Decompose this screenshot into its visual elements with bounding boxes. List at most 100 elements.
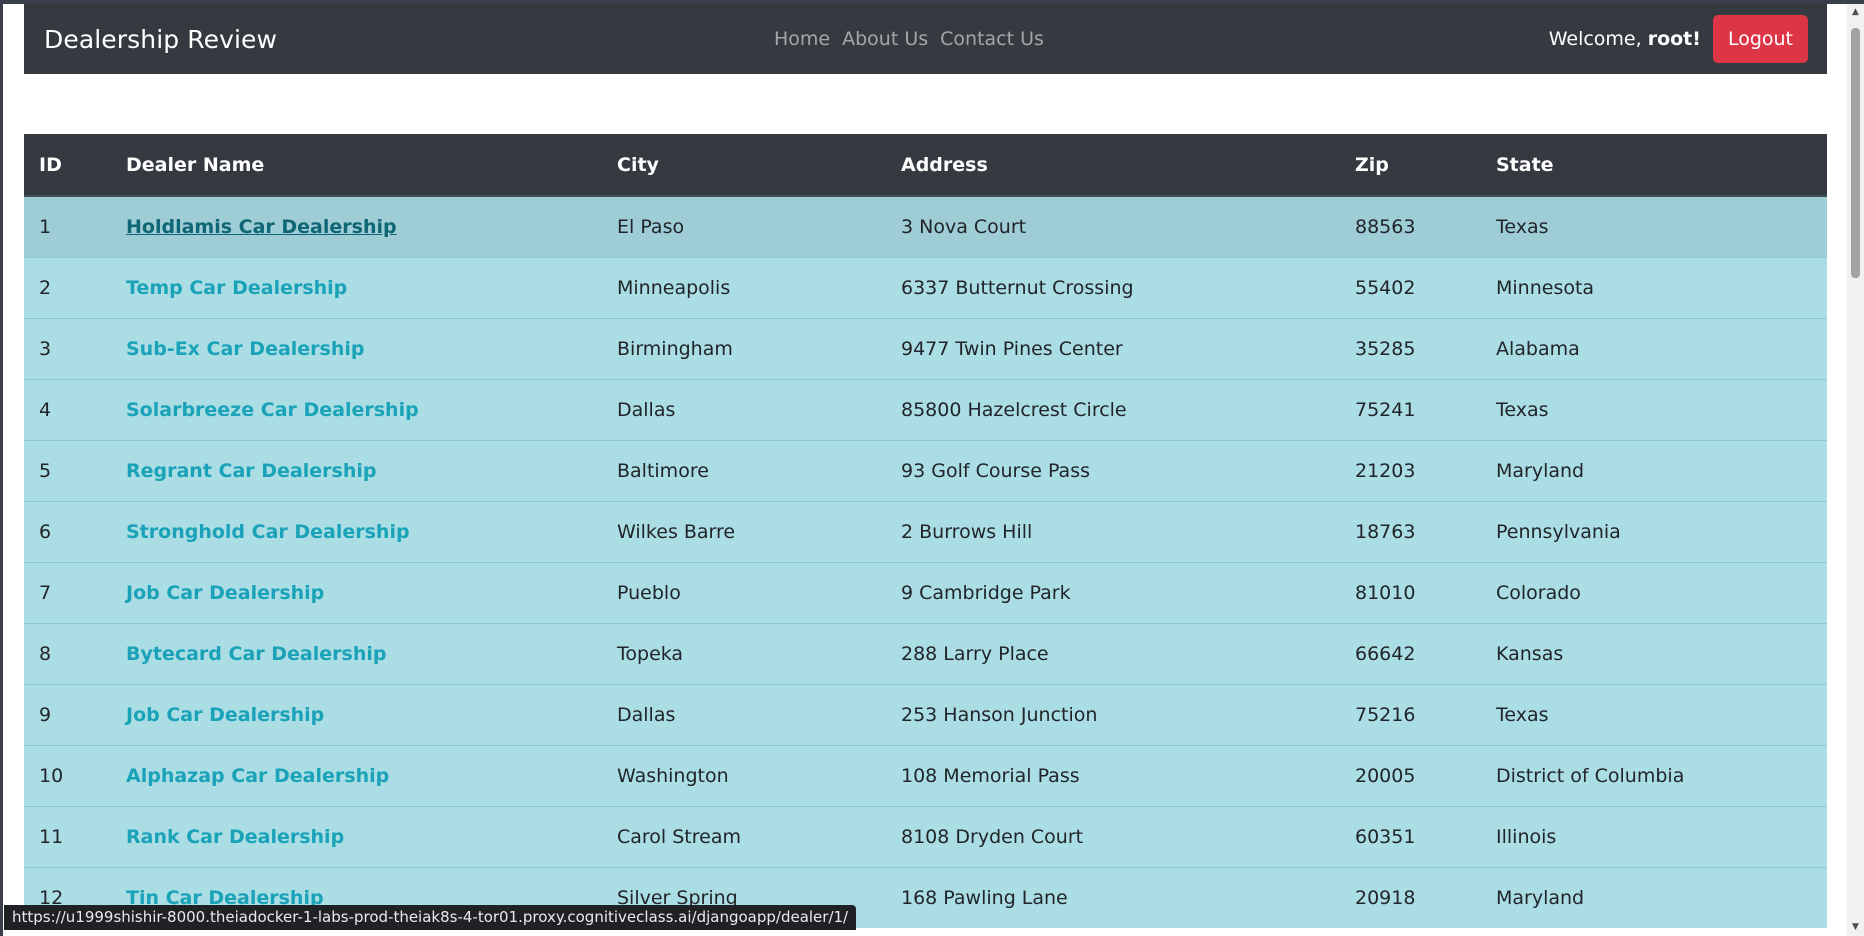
cell-address: 168 Pawling Lane [886,866,1340,928]
chevron-up-icon[interactable]: ▲ [1847,4,1864,21]
table-row: 5 Regrant Car Dealership Baltimore 93 Golf … [24,439,1827,501]
cell-zip: 60351 [1340,805,1481,867]
cell-id: 10 [24,744,111,806]
table-row: 6 Stronghold Car Dealership Wilkes Barre 2 … [24,500,1827,562]
cell-zip: 20005 [1340,744,1481,806]
cell-city: Minneapolis [602,256,886,318]
table-row: 9 Job Car Dealership Dallas 253 Hanson Junc… [24,683,1827,745]
cell-city: Wilkes Barre [602,500,886,562]
user-area: Welcome, root! Logout [1549,4,1808,74]
cell-address: 9 Cambridge Park [886,561,1340,623]
cell-zip: 88563 [1340,195,1481,257]
cell-address: 3 Nova Court [886,195,1340,257]
cell-dealer-name: Bytecard Car Dealership [111,622,602,684]
cell-dealer-name: Stronghold Car Dealership [111,500,602,562]
dealer-table-body: 1 Holdlamis Car Dealership El Paso 3 Nova C… [24,195,1827,928]
nav-home-link[interactable]: Home [774,28,830,50]
header-dealer-name: Dealer Name [111,134,602,197]
cell-id: 4 [24,378,111,440]
header-zip: Zip [1340,134,1481,197]
cell-dealer-name: Job Car Dealership [111,561,602,623]
brand-title[interactable]: Dealership Review [44,4,277,74]
cell-city: Dallas [602,683,886,745]
dealer-link[interactable]: Job Car Dealership [126,704,324,726]
table-row: 3 Sub-Ex Car Dealership Birmingham 9477 Twi… [24,317,1827,379]
dealer-table: ID Dealer Name City Address Zip State 1H… [24,134,1827,928]
cell-state: Alabama [1481,317,1827,379]
cell-city: Pueblo [602,561,886,623]
header-state: State [1481,134,1827,197]
table-row: 1 Holdlamis Car Dealership El Paso 3 Nova C… [24,195,1827,257]
cell-zip: 75216 [1340,683,1481,745]
cell-zip: 20918 [1340,866,1481,928]
table-header-row: ID Dealer Name City Address Zip State [24,134,1827,197]
logout-button[interactable]: Logout [1712,15,1808,63]
dealer-link[interactable]: Sub-Ex Car Dealership [126,338,365,360]
cell-zip: 21203 [1340,439,1481,501]
dealer-link[interactable]: Temp Car Dealership [126,277,347,299]
cell-dealer-name: Alphazap Car Dealership [111,744,602,806]
cell-id: 2 [24,256,111,318]
cell-id: 9 [24,683,111,745]
dealer-link[interactable]: Rank Car Dealership [126,826,344,848]
header-address: Address [886,134,1340,197]
cell-city: Birmingham [602,317,886,379]
cell-state: Maryland [1481,866,1827,928]
cell-id: 1 [24,195,111,257]
cell-state: Pennsylvania [1481,500,1827,562]
cell-state: Texas [1481,683,1827,745]
scrollbar-thumb[interactable] [1851,28,1860,278]
link-status-bar: https://u1999shishir-8000.theiadocker-1-… [4,905,857,930]
cell-dealer-name: Sub-Ex Car Dealership [111,317,602,379]
cell-address: 9477 Twin Pines Center [886,317,1340,379]
cell-dealer-name: Solarbreeze Car Dealership [111,378,602,440]
cell-dealer-name: Rank Car Dealership [111,805,602,867]
vertical-scrollbar[interactable]: ▲ ▼ [1847,4,1864,936]
cell-address: 288 Larry Place [886,622,1340,684]
chevron-down-icon[interactable]: ▼ [1847,919,1864,936]
cell-zip: 55402 [1340,256,1481,318]
cell-state: Illinois [1481,805,1827,867]
dealer-link[interactable]: Stronghold Car Dealership [126,521,410,543]
cell-address: 108 Memorial Pass [886,744,1340,806]
cell-city: Topeka [602,622,886,684]
cell-zip: 66642 [1340,622,1481,684]
cell-dealer-name: Job Car Dealership [111,683,602,745]
cell-state: Texas [1481,378,1827,440]
header-city: City [602,134,886,197]
cell-zip: 18763 [1340,500,1481,562]
cell-address: 85800 Hazelcrest Circle [886,378,1340,440]
cell-state: District of Columbia [1481,744,1827,806]
dealer-link[interactable]: Bytecard Car Dealership [126,643,386,665]
dealer-link[interactable]: Solarbreeze Car Dealership [126,399,419,421]
page: Dealership Review Home About Us Contact … [0,0,1847,936]
cell-id: 7 [24,561,111,623]
table-row: 2 Temp Car Dealership Minneapolis 6337 Butt… [24,256,1827,318]
cell-state: Maryland [1481,439,1827,501]
cell-zip: 35285 [1340,317,1481,379]
cell-address: 8108 Dryden Court [886,805,1340,867]
cell-id: 5 [24,439,111,501]
cell-address: 6337 Butternut Crossing [886,256,1340,318]
cell-id: 3 [24,317,111,379]
dealer-link[interactable]: Alphazap Car Dealership [126,765,389,787]
dealer-link[interactable]: Regrant Car Dealership [126,460,376,482]
nav-links: Home About Us Contact Us [774,4,1044,74]
nav-contact-link[interactable]: Contact Us [940,28,1044,50]
cell-city: El Paso [602,195,886,257]
cell-state: Texas [1481,195,1827,257]
cell-city: Carol Stream [602,805,886,867]
welcome-prefix: Welcome, [1548,28,1648,50]
dealer-table-container: ID Dealer Name City Address Zip State 1H… [24,134,1827,928]
nav-about-link[interactable]: About Us [842,28,928,50]
cell-zip: 75241 [1340,378,1481,440]
table-row: 7 Job Car Dealership Pueblo 9 Cambridge Par… [24,561,1827,623]
dealer-link[interactable]: Job Car Dealership [126,582,324,604]
cell-city: Dallas [602,378,886,440]
cell-dealer-name: Temp Car Dealership [111,256,602,318]
cell-id: 11 [24,805,111,867]
cell-id: 8 [24,622,111,684]
dealer-link[interactable]: Holdlamis Car Dealership [126,216,397,238]
cell-address: 2 Burrows Hill [886,500,1340,562]
cell-id: 6 [24,500,111,562]
